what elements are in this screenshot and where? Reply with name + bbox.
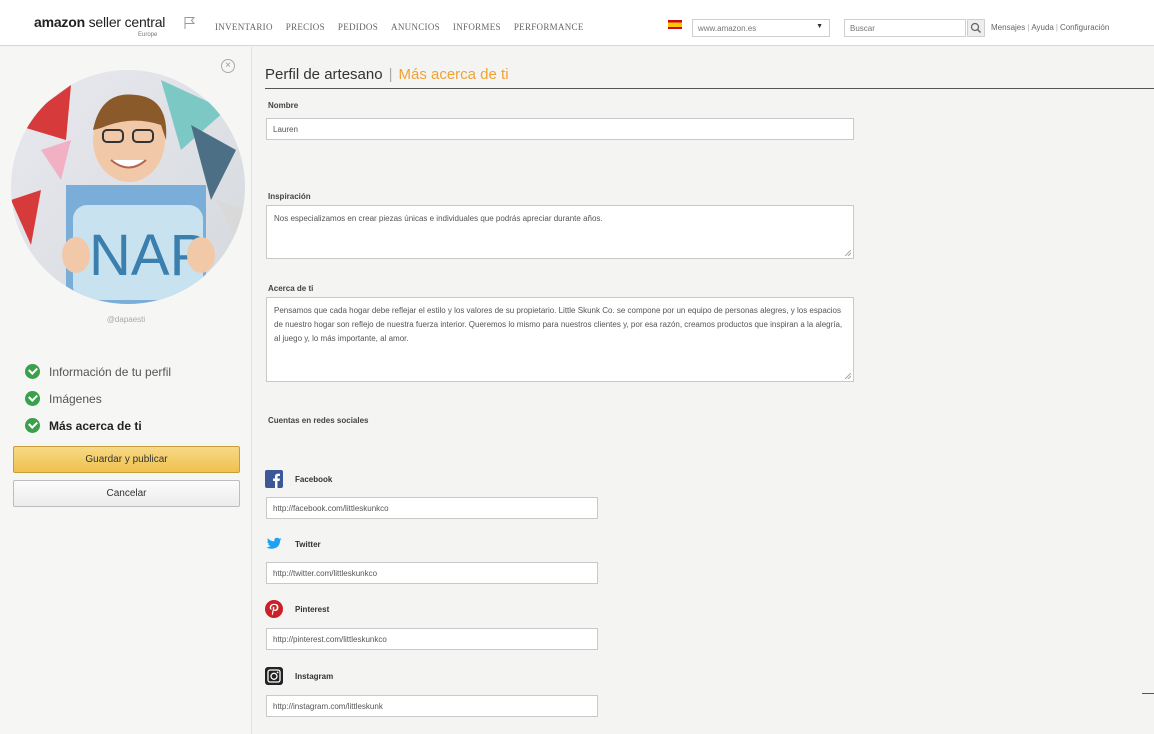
- social-label: Cuentas en redes sociales: [268, 416, 369, 425]
- nav-performance[interactable]: PERFORMANCE: [514, 22, 584, 32]
- main-nav: INVENTARIO PRECIOS PEDIDOS ANUNCIOS INFO…: [215, 22, 597, 32]
- nav-inventario[interactable]: INVENTARIO: [215, 22, 273, 32]
- page-title: Perfil de artesano | Más acerca de ti: [265, 66, 509, 83]
- close-icon[interactable]: ×: [221, 59, 235, 73]
- resize-handle-icon[interactable]: [845, 373, 851, 379]
- pinterest-icon: [265, 600, 283, 618]
- save-publish-button[interactable]: Guardar y publicar: [13, 446, 240, 473]
- step-informacion-perfil[interactable]: Información de tu perfil: [25, 358, 171, 385]
- cancel-button[interactable]: Cancelar: [13, 480, 240, 507]
- search-icon: [970, 22, 982, 34]
- search-input[interactable]: [844, 19, 966, 37]
- instagram-header: Instagram: [265, 667, 333, 685]
- nombre-field[interactable]: Lauren: [266, 118, 854, 140]
- profile-username: @dapaesti: [106, 315, 146, 324]
- amazon-seller-central-logo[interactable]: amazon seller central: [34, 14, 165, 30]
- nav-precios[interactable]: PRECIOS: [286, 22, 325, 32]
- step-imagenes[interactable]: Imágenes: [25, 385, 171, 412]
- acerca-label: Acerca de ti: [268, 284, 314, 293]
- marketplace-select[interactable]: www.amazon.es ▼: [692, 19, 830, 37]
- sidebar: × NAP @dapaesti Información de tu perfil…: [0, 47, 252, 734]
- logo-region: Europe: [138, 32, 158, 38]
- search-button[interactable]: [967, 19, 985, 37]
- facebook-url-field[interactable]: http://facebook.com/littleskunkco: [266, 497, 598, 519]
- check-icon: [25, 391, 40, 406]
- page-subtitle: Más acerca de ti: [398, 66, 509, 83]
- caret-down-icon: ▼: [816, 23, 823, 30]
- facebook-header: Facebook: [265, 470, 332, 488]
- title-divider: [265, 88, 1154, 89]
- nav-anuncios[interactable]: ANUNCIOS: [391, 22, 440, 32]
- edge-marker: [1142, 88, 1154, 89]
- flag-icon[interactable]: [183, 16, 197, 30]
- nav-pedidos[interactable]: PEDIDOS: [338, 22, 378, 32]
- pinterest-header: Pinterest: [265, 600, 329, 618]
- top-bar: amazon seller central Europe INVENTARIO …: [0, 0, 1154, 46]
- steps-list: Información de tu perfil Imágenes Más ac…: [25, 358, 171, 439]
- step-mas-acerca[interactable]: Más acerca de ti: [25, 412, 171, 439]
- nav-informes[interactable]: INFORMES: [453, 22, 501, 32]
- facebook-icon: [265, 470, 283, 488]
- twitter-icon: [266, 537, 282, 549]
- twitter-url-field[interactable]: http://twitter.com/littleskunkco: [266, 562, 598, 584]
- spain-flag-icon: [668, 20, 682, 29]
- profile-avatar[interactable]: NAP: [11, 70, 245, 304]
- inspiracion-field[interactable]: Nos especializamos en crear piezas única…: [266, 205, 854, 259]
- link-configuracion[interactable]: Configuración: [1060, 23, 1109, 32]
- inspiracion-label: Inspiración: [268, 192, 311, 201]
- pinterest-url-field[interactable]: http://pinterest.com/littleskunkco: [266, 628, 598, 650]
- link-mensajes[interactable]: Mensajes: [991, 23, 1025, 32]
- edge-marker: [1142, 693, 1154, 694]
- resize-handle-icon[interactable]: [845, 250, 851, 256]
- nombre-label: Nombre: [268, 101, 299, 110]
- top-links: Mensajes | Ayuda | Configuración: [991, 23, 1110, 32]
- twitter-header: Twitter: [265, 535, 321, 553]
- check-icon: [25, 364, 40, 379]
- instagram-url-field[interactable]: http://instagram.com/littleskunk: [266, 695, 598, 717]
- link-ayuda[interactable]: Ayuda: [1031, 23, 1054, 32]
- acerca-field[interactable]: Pensamos que cada hogar debe reflejar el…: [266, 297, 854, 382]
- instagram-icon: [265, 667, 283, 685]
- check-icon: [25, 418, 40, 433]
